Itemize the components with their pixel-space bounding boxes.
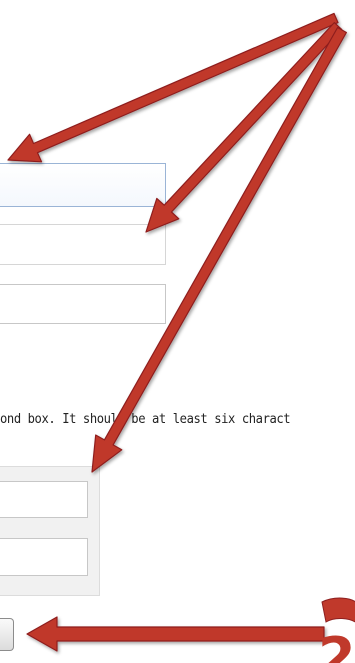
password-panel <box>0 466 100 596</box>
arrow-to-submit-button <box>26 616 325 652</box>
submit-button[interactable] <box>0 618 14 651</box>
text-field-1[interactable] <box>0 163 166 207</box>
callout-digit-bottom: 2 <box>318 626 355 663</box>
password-hint-text: ond box. It should be at least six chara… <box>0 411 291 427</box>
callout-digit-top <box>321 597 355 623</box>
confirm-password-field[interactable] <box>0 538 88 576</box>
arrow-to-text-field-1 <box>7 12 339 163</box>
arrow-to-text-field-2 <box>145 22 343 233</box>
text-field-3[interactable] <box>0 284 166 324</box>
password-field[interactable] <box>0 481 88 518</box>
text-field-2[interactable] <box>0 224 166 265</box>
